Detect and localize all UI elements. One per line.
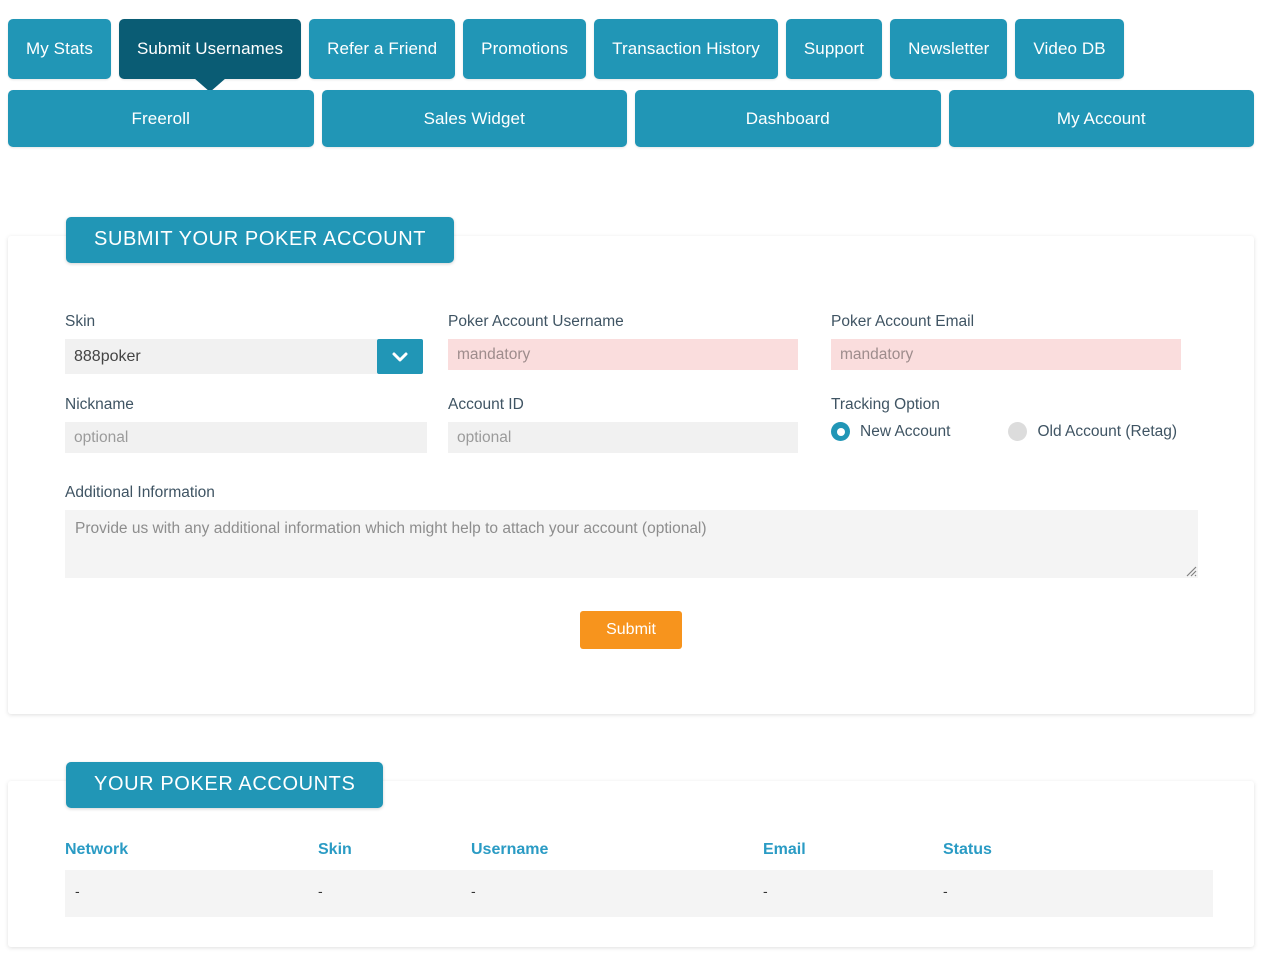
additional-information-wrapper xyxy=(65,510,1198,578)
form-fields-row-1: Skin 888poker Poker Account Username xyxy=(65,313,1197,374)
nav-item-label: Promotions xyxy=(481,39,568,59)
accounts-table-head: Network Skin Username Email Status xyxy=(65,841,1213,870)
skin-select-value: 888poker xyxy=(65,339,377,374)
nav-item-submit-usernames[interactable]: Submit Usernames xyxy=(119,19,301,79)
table-row: - - - - - xyxy=(65,870,1213,917)
nav-item-label: Sales Widget xyxy=(424,109,525,129)
poker-account-username-input[interactable] xyxy=(448,339,798,370)
nav-item-refer-a-friend[interactable]: Refer a Friend xyxy=(309,19,455,79)
column-header-network[interactable]: Network xyxy=(65,841,318,870)
table-header-row: Network Skin Username Email Status xyxy=(65,841,1213,870)
nav-item-dashboard[interactable]: Dashboard xyxy=(635,90,941,147)
nav-item-label: My Stats xyxy=(26,39,93,59)
nav-item-label: Dashboard xyxy=(746,109,830,129)
poker-account-email-label: Poker Account Email xyxy=(831,313,1186,331)
field-account-id: Account ID xyxy=(448,396,831,453)
tracking-option-label: Tracking Option xyxy=(831,396,1186,414)
panel-title-submit-account: SUBMIT YOUR POKER ACCOUNT xyxy=(66,217,454,263)
nav-item-label: Submit Usernames xyxy=(137,39,283,59)
nav-item-newsletter[interactable]: Newsletter xyxy=(890,19,1007,79)
account-id-input[interactable] xyxy=(448,422,798,453)
additional-information-label: Additional Information xyxy=(65,484,1197,502)
column-header-email[interactable]: Email xyxy=(763,841,943,870)
field-nickname: Nickname xyxy=(65,396,448,453)
chevron-down-icon[interactable] xyxy=(377,339,423,374)
cell-skin: - xyxy=(318,870,471,917)
skin-select[interactable]: 888poker xyxy=(65,339,423,374)
cell-username: - xyxy=(471,870,763,917)
radio-new-account[interactable]: New Account xyxy=(831,422,950,441)
submit-button[interactable]: Submit xyxy=(580,611,682,649)
nav-item-support[interactable]: Support xyxy=(786,19,882,79)
radio-old-account-retag[interactable]: Old Account (Retag) xyxy=(1008,422,1177,441)
submit-row: Submit xyxy=(65,611,1197,649)
page-root: My Stats Submit Usernames Refer a Friend… xyxy=(0,0,1262,961)
column-header-username[interactable]: Username xyxy=(471,841,763,870)
accounts-table: Network Skin Username Email Status - - -… xyxy=(65,841,1213,917)
column-header-skin[interactable]: Skin xyxy=(318,841,471,870)
nav-item-freeroll[interactable]: Freeroll xyxy=(8,90,314,147)
column-header-status[interactable]: Status xyxy=(943,841,1213,870)
nav-item-label: Support xyxy=(804,39,864,59)
nav-item-label: Newsletter xyxy=(908,39,989,59)
radio-old-account-label: Old Account (Retag) xyxy=(1037,423,1177,441)
field-additional-information: Additional Information xyxy=(65,484,1197,578)
submit-poker-account-panel: SUBMIT YOUR POKER ACCOUNT Skin 888poker xyxy=(8,236,1254,714)
account-id-label: Account ID xyxy=(448,396,831,414)
primary-navigation: My Stats Submit Usernames Refer a Friend… xyxy=(0,0,1262,79)
accounts-table-body: - - - - - xyxy=(65,870,1213,917)
field-poker-account-email: Poker Account Email xyxy=(831,313,1186,374)
poker-account-email-input[interactable] xyxy=(831,339,1181,370)
nav-item-video-db[interactable]: Video DB xyxy=(1015,19,1123,79)
field-poker-account-username: Poker Account Username xyxy=(448,313,831,374)
nav-item-label: Video DB xyxy=(1033,39,1105,59)
nav-item-my-stats[interactable]: My Stats xyxy=(8,19,111,79)
field-tracking-option: Tracking Option New Account Old Account … xyxy=(831,396,1186,453)
nickname-input[interactable] xyxy=(65,422,427,453)
form-fields-row-2: Nickname Account ID Tracking Option New … xyxy=(65,396,1197,453)
nickname-label: Nickname xyxy=(65,396,448,414)
panel-title-your-accounts: YOUR POKER ACCOUNTS xyxy=(66,762,383,808)
your-poker-accounts-panel: YOUR POKER ACCOUNTS Network Skin Usernam… xyxy=(8,781,1254,947)
tracking-option-radio-group: New Account Old Account (Retag) xyxy=(831,422,1186,441)
nav-item-sales-widget[interactable]: Sales Widget xyxy=(322,90,628,147)
nav-item-transaction-history[interactable]: Transaction History xyxy=(594,19,778,79)
nav-item-label: Freeroll xyxy=(132,109,190,129)
nav-item-promotions[interactable]: Promotions xyxy=(463,19,586,79)
skin-label: Skin xyxy=(65,313,448,331)
nav-item-label: Transaction History xyxy=(612,39,760,59)
cell-status: - xyxy=(943,870,1213,917)
nav-item-my-account[interactable]: My Account xyxy=(949,90,1255,147)
secondary-navigation: Freeroll Sales Widget Dashboard My Accou… xyxy=(0,90,1262,147)
radio-selected-icon xyxy=(831,422,850,441)
additional-information-textarea[interactable] xyxy=(65,510,1198,578)
form-row-spacer xyxy=(65,374,1197,396)
cell-email: - xyxy=(763,870,943,917)
nav-item-label: Refer a Friend xyxy=(327,39,437,59)
poker-account-username-label: Poker Account Username xyxy=(448,313,831,331)
radio-unselected-icon xyxy=(1008,422,1027,441)
radio-new-account-label: New Account xyxy=(860,423,950,441)
cell-network: - xyxy=(65,870,318,917)
nav-item-label: My Account xyxy=(1057,109,1146,129)
field-skin: Skin 888poker xyxy=(65,313,448,374)
submit-account-form: Skin 888poker Poker Account Username xyxy=(8,236,1254,649)
